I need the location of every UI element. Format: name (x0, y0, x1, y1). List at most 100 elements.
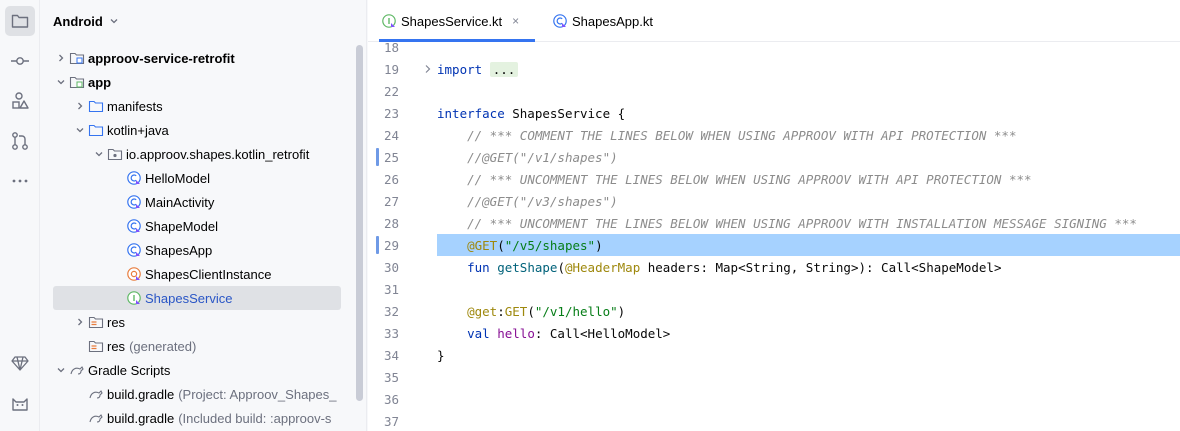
code-line[interactable]: 24 // *** COMMENT THE LINES BELOW WHEN U… (368, 124, 1180, 146)
gradle-folder-icon (69, 362, 85, 378)
chevron-down-icon[interactable] (72, 122, 88, 138)
chevron-down-icon[interactable] (53, 362, 69, 378)
tree-item-label: build.gradle (107, 386, 175, 402)
tree-item-shapesapp[interactable]: ShapesApp (53, 238, 341, 262)
code-token: GET (504, 303, 528, 319)
code-line[interactable]: 22 (368, 80, 1180, 102)
code-token: // *** COMMENT THE LINES BELOW WHEN USIN… (467, 127, 1017, 143)
code-token: @get (467, 303, 498, 319)
project-view-title: Android (53, 13, 103, 29)
code-line[interactable]: 34} (368, 344, 1180, 366)
commit-tool-button[interactable] (5, 46, 35, 76)
structure-icon (12, 92, 29, 109)
code-line[interactable]: 23 interface ShapesService { (368, 102, 1180, 124)
tree-item-label: kotlin+java (107, 122, 169, 138)
tree-item-kotlin-java[interactable]: kotlin+java (53, 118, 341, 142)
tree-item-shapesclientinstance[interactable]: ShapesClientInstance (53, 262, 341, 286)
line-number: 31 (383, 281, 399, 297)
chevron-right-icon[interactable] (53, 50, 69, 66)
line-number: 35 (383, 369, 399, 385)
tree-item-gradle-scripts[interactable]: Gradle Scripts (53, 358, 341, 382)
code-line[interactable]: 36 (368, 388, 1180, 410)
tree-item-mainactivity[interactable]: MainActivity (53, 190, 341, 214)
tree-item-build-gradle-included[interactable]: build.gradle (Included build: :approov-s (53, 406, 341, 430)
code-token: ) (595, 237, 603, 253)
code-line[interactable]: 30 fun getShape(@HeaderMap headers: Map<… (368, 256, 1180, 278)
code-text: // *** COMMENT THE LINES BELOW WHEN USIN… (437, 124, 1180, 146)
tree-item-approov-service-retrofit[interactable]: approov-service-retrofit (53, 46, 341, 70)
tree-item-shapesservice[interactable]: ShapesService (53, 286, 341, 310)
tree-item-res-generated[interactable]: res (generated) (53, 334, 341, 358)
code-editor[interactable]: 18 19 import ... 22 23 interface ShapesServic… (368, 38, 1180, 431)
chevron-down-icon[interactable] (53, 74, 69, 90)
tree-item-hellomodel[interactable]: HelloModel (53, 166, 341, 190)
project-tool-button[interactable] (5, 6, 35, 36)
line-number: 33 (383, 325, 399, 341)
module-folder-icon (69, 50, 85, 66)
code-line[interactable]: 18 (368, 36, 1180, 58)
code-token: //@GET("/v1/shapes") (467, 149, 618, 165)
tree-item-label: res (107, 338, 126, 354)
tree-item-label: ShapesService (145, 290, 233, 306)
activity-bar (0, 0, 40, 431)
code-token: ShapesService { (504, 105, 626, 121)
tree-item-manifests[interactable]: manifests (53, 94, 341, 118)
kotlin-class-icon (552, 13, 568, 29)
code-line[interactable]: 19 import ... (368, 58, 1180, 80)
chevron-right-icon[interactable] (72, 98, 88, 114)
kotlin-interface-icon (126, 290, 142, 306)
tree-item-sublabel: (Included build: :approov-s (178, 410, 332, 426)
tree-item-res[interactable]: res (53, 310, 341, 334)
line-number: 19 (383, 61, 399, 77)
line-number: 25 (383, 149, 399, 165)
tree-item-sublabel: (Project: Approov_Shapes_ (178, 386, 337, 402)
more-tool-button[interactable] (5, 166, 35, 196)
code-line[interactable]: 35 (368, 366, 1180, 388)
pull-requests-icon (12, 132, 28, 150)
gem-tool-button[interactable] (5, 348, 35, 378)
gradle-file-icon (88, 410, 104, 426)
code-token: ( (557, 259, 565, 275)
code-line[interactable]: 33 val hello: Call<HelloModel> (368, 322, 1180, 344)
line-number: 34 (383, 347, 399, 363)
tree-item-shapemodel[interactable]: ShapeModel (53, 214, 341, 238)
code-token: headers: Map<String, String>): Call<Shap… (640, 259, 1002, 275)
chevron-right-icon[interactable] (72, 314, 88, 330)
code-line[interactable]: 31 (368, 278, 1180, 300)
code-line[interactable]: 28 // *** UNCOMMENT THE LINES BELOW WHEN… (368, 212, 1180, 234)
code-line[interactable]: 32 @get: GET("/v1/hello") (368, 300, 1180, 322)
project-view-selector[interactable]: Android (53, 11, 119, 31)
close-icon[interactable]: × (512, 14, 519, 28)
line-number: 18 (383, 39, 399, 55)
code-line[interactable]: 26 // *** UNCOMMENT THE LINES BELOW WHEN… (368, 168, 1180, 190)
code-text: //@GET("/v3/shapes") (437, 190, 1180, 212)
structure-tool-button[interactable] (5, 86, 35, 116)
pull-requests-tool-button[interactable] (5, 126, 35, 156)
tree-item-build-gradle-project[interactable]: build.gradle (Project: Approov_Shapes_ (53, 382, 341, 406)
project-scrollbar[interactable] (356, 45, 363, 401)
cat-icon (12, 398, 28, 411)
code-line[interactable]: 37 (368, 410, 1180, 431)
code-token: ( (497, 237, 505, 253)
tree-item-app[interactable]: app (53, 70, 341, 94)
cat-tool-button[interactable] (5, 388, 35, 418)
fold-chevron-icon[interactable] (423, 64, 433, 74)
code-token[interactable]: ... (489, 61, 519, 77)
code-line[interactable]: 27 //@GET("/v3/shapes") (368, 190, 1180, 212)
code-line[interactable]: 25 //@GET("/v1/shapes") (368, 146, 1180, 168)
line-number: 26 (383, 171, 399, 187)
code-text: //@GET("/v1/shapes") (437, 146, 1180, 168)
code-text: @GET("/v5/shapes") (437, 234, 1180, 256)
code-line[interactable]: 29 @GET("/v5/shapes") (368, 234, 1180, 256)
tree-item-label: manifests (107, 98, 163, 114)
more-icon (12, 179, 28, 183)
folder-icon (11, 14, 29, 28)
chevron-down-icon[interactable] (91, 146, 107, 162)
tree-item-package[interactable]: io.approov.shapes.kotlin_retrofit (53, 142, 341, 166)
